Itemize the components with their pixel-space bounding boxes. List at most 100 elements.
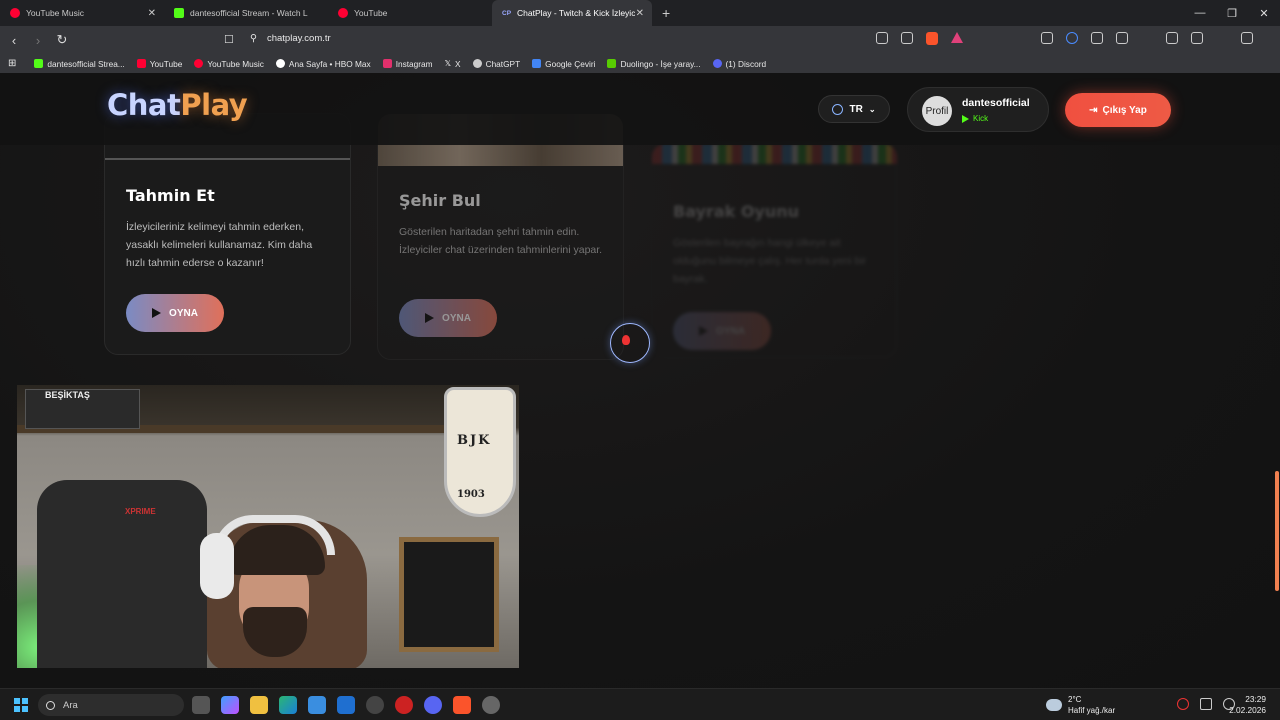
bookmark-item[interactable]: ChatGPT: [472, 59, 520, 69]
copilot-icon[interactable]: [221, 696, 239, 714]
discord-icon[interactable]: [424, 696, 442, 714]
sidebar-icon[interactable]: [1166, 32, 1178, 44]
cast-icon[interactable]: [876, 32, 888, 44]
scrollbar[interactable]: [1274, 73, 1280, 688]
taskbar-clock[interactable]: 23:29 2.02.2026: [1229, 694, 1266, 716]
logout-button[interactable]: ⇥ Çıkış Yap: [1065, 93, 1171, 127]
close-icon[interactable]: ✕: [636, 8, 644, 19]
youtube-music-icon: [10, 8, 20, 18]
taskbar-apps: [192, 696, 500, 714]
bookmark-item[interactable]: Instagram: [382, 59, 433, 69]
microphone-icon[interactable]: [1177, 698, 1189, 710]
store-icon[interactable]: [308, 696, 326, 714]
brave-rewards-icon[interactable]: [951, 32, 963, 43]
play-button[interactable]: OYNA: [126, 294, 224, 332]
card-title: Tahmin Et: [126, 186, 215, 205]
bookmark-item[interactable]: dantesofficial Strea...: [34, 59, 125, 69]
kick-icon: [174, 8, 184, 18]
close-window-icon[interactable]: ✕: [1248, 0, 1280, 26]
chevron-up-icon[interactable]: [1154, 698, 1166, 710]
close-icon[interactable]: ✕: [148, 8, 156, 19]
brave-icon[interactable]: [453, 696, 471, 714]
weather-temp: 2°C: [1068, 695, 1082, 704]
forward-icon[interactable]: ›: [28, 33, 48, 48]
tab-kick-stream[interactable]: dantesofficial Stream - Watch Liv: [164, 0, 328, 26]
headphone-ear: [200, 533, 234, 599]
reload-icon[interactable]: ↻: [52, 32, 72, 48]
bookmark-item[interactable]: Ana Sayfa • HBO Max: [275, 59, 371, 69]
discord-icon: [712, 59, 722, 68]
youtube-music-icon: [194, 59, 204, 68]
wallet-icon[interactable]: [1191, 32, 1203, 44]
start-icon[interactable]: [14, 698, 28, 712]
share-icon[interactable]: [901, 32, 913, 44]
play-button[interactable]: OYNA: [399, 299, 497, 337]
clock-time: 23:29: [1245, 694, 1266, 704]
chair-brand: XPRIME: [125, 507, 156, 516]
kick-icon: [34, 59, 44, 68]
taskbar-search[interactable]: Ara: [38, 694, 184, 716]
game-card-tahmin-et: Tahmin Et İzleyicileriniz kelimeyi tahmi…: [104, 113, 351, 355]
menu-icon[interactable]: [1266, 32, 1270, 44]
weather-widget[interactable]: 2°C Hafif yağ./kar: [1046, 694, 1115, 716]
bookmark-item[interactable]: YouTube: [136, 59, 182, 69]
scrollbar-thumb[interactable]: [1275, 471, 1279, 591]
chatplay-favicon: CP: [502, 9, 512, 17]
leo-ai-icon[interactable]: [1216, 32, 1228, 44]
platform-badge: Kick: [962, 114, 988, 123]
chevron-down-icon: ⌄: [868, 104, 876, 114]
brave-shields-icon[interactable]: [926, 32, 938, 45]
music-icon[interactable]: [1141, 32, 1153, 44]
bookmark-item[interactable]: YouTube Music: [194, 59, 264, 69]
chatplay-logo[interactable]: ChatPlay: [107, 88, 248, 122]
window-controls: — ❐ ✕: [1184, 0, 1280, 26]
task-view-icon[interactable]: [192, 696, 210, 714]
puzzle-icon[interactable]: [1091, 32, 1103, 44]
card-image: [652, 144, 897, 164]
logout-icon: ⇥: [1089, 104, 1098, 116]
edge-icon[interactable]: [279, 696, 297, 714]
obs-icon[interactable]: [482, 696, 500, 714]
app-red-icon[interactable]: [395, 696, 413, 714]
display-icon[interactable]: [1200, 698, 1212, 710]
tab-youtube-music[interactable]: YouTube Music ✕: [0, 0, 164, 26]
profile-pill[interactable]: Profil dantesofficial Kick: [907, 87, 1049, 132]
avatar: Profil: [922, 96, 952, 126]
extension-blue-icon[interactable]: [1066, 32, 1078, 44]
vpn-icon[interactable]: [1241, 32, 1253, 44]
bookmark-item[interactable]: Duolingo - İşe yaray...: [607, 59, 701, 69]
webcam-overlay: BEŞİKTAŞ BJK 1903 XPRIME: [17, 385, 519, 668]
x-icon: 𝕏: [444, 59, 452, 68]
minimize-icon[interactable]: —: [1184, 0, 1216, 26]
card-description: Gösterilen haritadan şehri tahmin edin. …: [399, 226, 603, 256]
bookmark-item[interactable]: 𝕏X: [445, 59, 461, 69]
play-icon: [152, 308, 162, 318]
screenshot-icon[interactable]: [1116, 32, 1128, 44]
site-header: ChatPlay TR ⌄ Profil dantesofficial Kick…: [0, 73, 1280, 145]
tab-chatplay[interactable]: CP ChatPlay - Twitch & Kick İzleyici ✕: [492, 0, 652, 26]
bookmark-icon[interactable]: ☐: [224, 33, 234, 46]
extension-pen-icon[interactable]: [1041, 32, 1053, 44]
url-field[interactable]: ⚲ chatplay.com.tr: [250, 33, 331, 44]
card-description: Gösterilen bayrağın hangi ülkeye ait old…: [673, 237, 867, 285]
new-tab-button[interactable]: +: [652, 5, 680, 21]
clock-date: 2.02.2026: [1229, 705, 1266, 715]
steam-icon[interactable]: [366, 696, 384, 714]
address-bar: ‹ › ↻ ☐ ⚲ chatplay.com.tr: [0, 26, 1280, 54]
site-info-icon[interactable]: ⚲: [250, 33, 257, 44]
bookmark-item[interactable]: Google Çeviri: [532, 59, 595, 69]
outlook-icon[interactable]: [337, 696, 355, 714]
cursor-icon: [622, 335, 630, 345]
back-icon[interactable]: ‹: [4, 33, 24, 48]
maximize-icon[interactable]: ❐: [1216, 0, 1248, 26]
webcam-sign-text: BEŞİKTAŞ: [45, 390, 90, 400]
tab-label: YouTube: [354, 8, 388, 18]
tab-youtube[interactable]: YouTube: [328, 0, 492, 26]
file-explorer-icon[interactable]: [250, 696, 268, 714]
game-card-sehir-bul: Şehir Bul Gösterilen haritadan şehri tah…: [377, 113, 624, 360]
apps-grid-icon[interactable]: ⊞: [8, 58, 16, 69]
play-button[interactable]: OYNA: [673, 312, 771, 350]
instagram-icon: [382, 59, 392, 68]
bookmark-item[interactable]: (1) Discord: [712, 59, 766, 69]
language-selector[interactable]: TR ⌄: [818, 95, 890, 123]
